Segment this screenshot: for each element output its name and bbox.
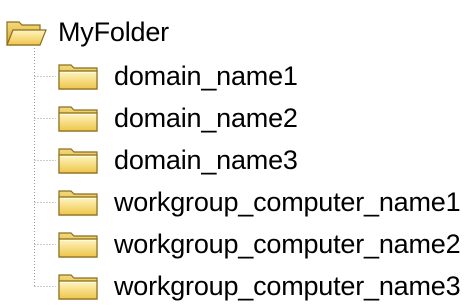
tree-node-domain-name2[interactable]: domain_name2 bbox=[56, 98, 298, 138]
folder-tree: MyFolder domain_name1 domain_name2 domai… bbox=[0, 0, 471, 306]
tree-node-myfolder[interactable]: MyFolder bbox=[4, 12, 169, 52]
tree-node-label: domain_name2 bbox=[114, 103, 298, 133]
tree-node-label: workgroup_computer_name2 bbox=[114, 229, 461, 259]
folder-open-icon bbox=[6, 21, 47, 46]
folder-icon bbox=[58, 64, 98, 90]
folder-icon bbox=[58, 148, 98, 174]
tree-node-label: domain_name3 bbox=[114, 145, 298, 175]
folder-icon bbox=[58, 274, 98, 300]
folder-icon bbox=[58, 106, 98, 132]
tree-node-domain-name1[interactable]: domain_name1 bbox=[56, 56, 298, 96]
tree-node-domain-name3[interactable]: domain_name3 bbox=[56, 140, 298, 180]
tree-node-label: workgroup_computer_name3 bbox=[114, 271, 461, 301]
tree-node-label: domain_name1 bbox=[114, 61, 298, 91]
tree-node-workgroup-computer-name1[interactable]: workgroup_computer_name1 bbox=[56, 182, 461, 222]
tree-node-label: workgroup_computer_name1 bbox=[114, 187, 461, 217]
folder-icon bbox=[58, 232, 98, 258]
tree-node-workgroup-computer-name3[interactable]: workgroup_computer_name3 bbox=[56, 266, 461, 306]
tree-node-label: MyFolder bbox=[58, 17, 169, 47]
folder-icon bbox=[58, 190, 98, 216]
tree-node-workgroup-computer-name2[interactable]: workgroup_computer_name2 bbox=[56, 224, 461, 264]
